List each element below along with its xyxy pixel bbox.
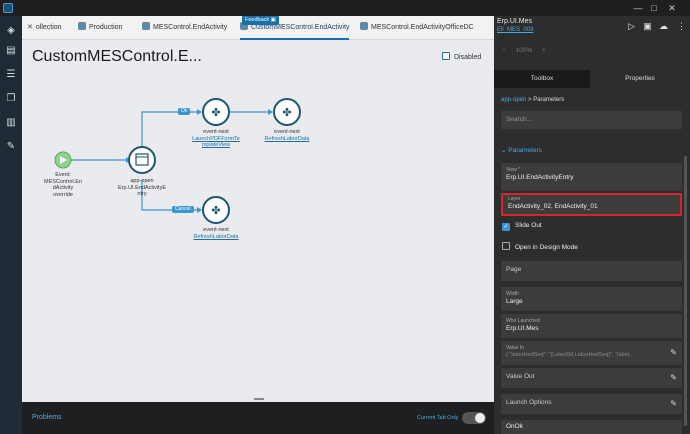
breadcrumb-current: Parameters	[533, 97, 565, 103]
app-icon	[3, 3, 13, 13]
flow-canvas[interactable]: ✤ ✤ ✤ CustomMESControl.E... Disabled Ok …	[22, 40, 494, 402]
zoom-in-button[interactable]: +	[542, 47, 546, 54]
tab-mescontrol-endactivity[interactable]: MESControl.EndActivity	[142, 16, 227, 40]
stack-icon[interactable]: ❐	[4, 92, 18, 106]
event-next-cancel-label: event-next RefreshLaborData	[186, 227, 246, 240]
left-rail: ◈ ▤ ☰ ❐ ▥ ✎	[0, 16, 22, 434]
puzzle-icon: ✤	[211, 106, 220, 119]
flow-diagram: ✤ ✤ ✤	[54, 98, 301, 224]
tab-icon	[142, 22, 150, 30]
tab-collection[interactable]: ✕ ollection	[27, 16, 62, 40]
edit-doc-icon[interactable]: ✎	[4, 140, 18, 154]
zoom-control: − 100% +	[502, 47, 554, 61]
launch-pdf-link-cont[interactable]: mplateView	[186, 142, 246, 149]
layers-icon[interactable]: ◈	[4, 24, 18, 38]
bottom-bar: Problems Current Tab Only	[22, 402, 494, 434]
tab-mescontrol-endactivityofficedc[interactable]: MESControl.EndActivityOfficeDC	[360, 16, 474, 40]
toggle-knob	[475, 413, 485, 423]
page-field[interactable]: Page	[501, 261, 682, 281]
event-node-label: Event: MESControl.En dActivity override	[44, 172, 82, 198]
parameters-section-header[interactable]: ⌄ Parameters	[501, 146, 542, 154]
properties-panel: Erp.UI.Mes Ell_MES_003 ▷ ▣ ☁ ⋮ − 100% + …	[494, 16, 690, 434]
cancel-pill: Cancel	[172, 206, 194, 213]
event-next-labor-label: event-next RefreshLaborData	[257, 129, 317, 142]
ok-pill: Ok	[178, 108, 191, 115]
event-next-ok-label: event-next LaunchPDFFormTe mplateView	[186, 129, 246, 149]
arrowhead	[197, 109, 202, 115]
current-tab-only-label: Current Tab Only	[417, 415, 459, 421]
panel-tabs: Toolbox Properties	[494, 70, 690, 88]
list-check-icon[interactable]: ☰	[4, 68, 18, 82]
onok-field[interactable]: OnOk	[501, 420, 682, 434]
arrowhead	[268, 109, 273, 115]
minimize-button[interactable]: —	[632, 2, 644, 14]
panel-title: Erp.UI.Mes	[497, 18, 533, 25]
close-button[interactable]: ✕	[666, 2, 678, 14]
edit-icon[interactable]: ✎	[670, 348, 677, 358]
slide-out-checkbox[interactable]: ✓ Slide Out	[502, 222, 542, 231]
refresh-labor-link-cancel[interactable]: RefreshLaborData	[186, 234, 246, 241]
edit-icon[interactable]: ✎	[670, 399, 677, 409]
resize-grip[interactable]	[254, 398, 264, 400]
view-field[interactable]: View * Erp.UI.EndActivityEntry	[501, 163, 682, 191]
title-bar	[0, 0, 690, 16]
current-tab-only-toggle[interactable]	[462, 412, 486, 424]
puzzle-icon: ✤	[211, 204, 220, 217]
open-design-mode-checkbox[interactable]: Open in Design Mode	[502, 242, 578, 251]
upload-cloud-icon[interactable]: ☁	[658, 21, 669, 32]
tab-icon	[78, 22, 86, 30]
edit-icon[interactable]: ✎	[670, 373, 677, 383]
pages-icon[interactable]: ▥	[4, 116, 18, 130]
breadcrumb-root[interactable]: app-open	[501, 97, 526, 103]
panel-scrollbar[interactable]	[684, 156, 687, 426]
app-open-node	[128, 146, 156, 174]
breadcrumb: app-open > Parameters	[501, 97, 565, 103]
width-field[interactable]: Width Large	[501, 287, 682, 311]
zoom-out-button[interactable]: −	[502, 47, 506, 54]
problems-tab[interactable]: Problems	[32, 414, 62, 421]
launch-options-field[interactable]: Launch Options ✎	[501, 394, 682, 414]
save-icon[interactable]: ▣	[642, 21, 653, 32]
feedback-button[interactable]: Feedback ▣	[242, 16, 279, 25]
tab-properties[interactable]: Properties	[590, 70, 690, 88]
tab-production[interactable]: Production	[78, 16, 122, 40]
check-icon: ✓	[502, 223, 510, 231]
value-in-field[interactable]: Value In { "laborHedSeq": "{LaborDtl.Lab…	[501, 341, 682, 365]
tab-toolbox[interactable]: Toolbox	[494, 70, 590, 88]
zoom-value: 100%	[515, 47, 533, 54]
run-icon[interactable]: ▷	[626, 21, 637, 32]
arrowhead	[197, 207, 202, 213]
maximize-button[interactable]: □	[648, 2, 660, 14]
who-launched-field[interactable]: Who Launched Erp.UI.Mes	[501, 314, 682, 338]
refresh-labor-link[interactable]: RefreshLaborData	[257, 136, 317, 143]
value-out-field[interactable]: Value Out ✎	[501, 368, 682, 388]
checkbox-box	[502, 242, 510, 250]
layer-field[interactable]: Layer EndActivity_02, EndActivity_01	[501, 193, 682, 216]
puzzle-icon: ✤	[282, 106, 291, 119]
page-title: CustomMESControl.E...	[32, 48, 202, 65]
tab-icon	[360, 22, 368, 30]
search-input[interactable]: Search...	[501, 111, 682, 129]
checkbox-box[interactable]	[442, 52, 450, 60]
layout-icon[interactable]: ▤	[4, 44, 18, 58]
panel-subtitle-link[interactable]: Ell_MES_003	[497, 27, 533, 33]
disabled-checkbox[interactable]: Disabled	[442, 52, 481, 61]
app-open-node-label: app-open Erp.UI.EndActivityE ntry	[118, 178, 166, 197]
more-vert-icon[interactable]: ⋮	[676, 21, 687, 32]
close-icon[interactable]: ✕	[27, 24, 33, 31]
